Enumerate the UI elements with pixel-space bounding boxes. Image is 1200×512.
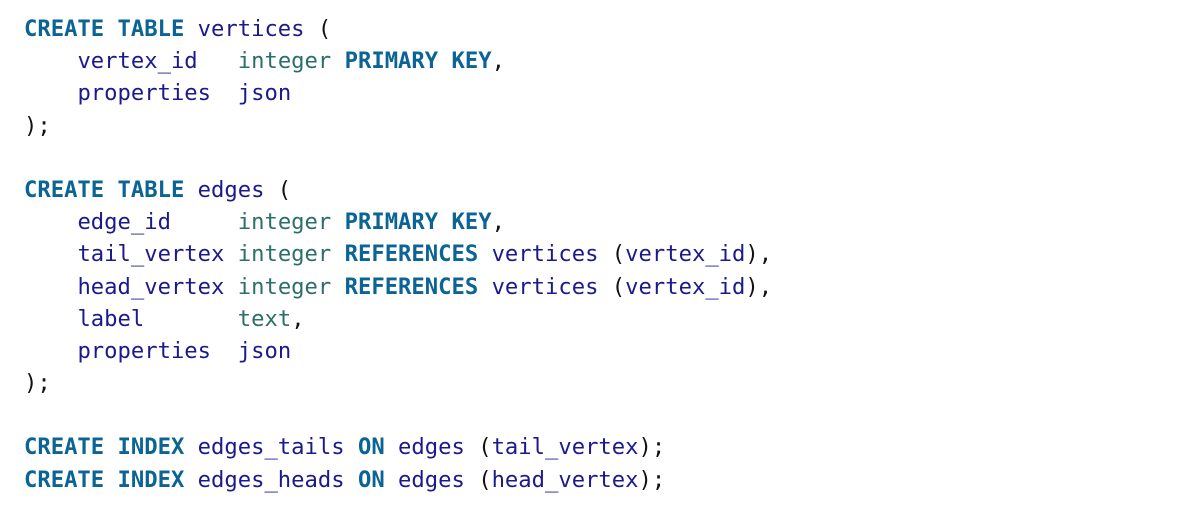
sql-identifier: head_vertex: [491, 466, 639, 493]
sql-identifier: edges: [398, 434, 465, 461]
sql-punctuation: [211, 338, 238, 364]
code-line: edge_id integer PRIMARY KEY,: [24, 206, 772, 238]
sql-punctuation: ),: [745, 241, 773, 268]
sql-punctuation: [331, 209, 344, 235]
sql-punctuation: [24, 241, 77, 267]
sql-punctuation: [24, 209, 77, 235]
code-line: tail_vertex integer REFERENCES vertices …: [24, 238, 772, 270]
sql-keyword: PRIMARY KEY: [344, 209, 492, 236]
sql-keyword: CREATE TABLE: [24, 176, 185, 203]
sql-code-block: CREATE TABLE vertices ( vertex_id intege…: [24, 13, 772, 496]
code-line: properties json: [24, 77, 772, 109]
sql-type: integer: [237, 241, 332, 268]
sql-identifier: vertex_id: [77, 48, 198, 75]
sql-punctuation: );: [638, 466, 666, 493]
sql-punctuation: (: [464, 466, 492, 493]
sql-punctuation: );: [24, 370, 51, 397]
sql-punctuation: ,: [491, 48, 505, 75]
sql-keyword: CREATE INDEX: [24, 434, 185, 461]
code-line: properties json: [24, 335, 772, 367]
sql-identifier: properties: [77, 337, 212, 364]
sql-punctuation: [184, 16, 197, 42]
sql-keyword: REFERENCES: [344, 241, 479, 268]
sql-identifier: json: [237, 80, 292, 107]
sql-identifier: edges: [197, 176, 265, 203]
sql-punctuation: );: [24, 112, 51, 139]
sql-keyword: ON: [357, 434, 385, 461]
code-line: label text,: [24, 303, 772, 335]
code-line: CREATE TABLE edges (: [24, 174, 772, 206]
sql-keyword: REFERENCES: [344, 273, 479, 300]
sql-identifier: label: [77, 305, 145, 332]
sql-identifier: json: [237, 337, 292, 364]
sql-keyword: CREATE TABLE: [24, 16, 185, 42]
sql-punctuation: [331, 241, 344, 267]
sql-punctuation: [224, 241, 237, 267]
sql-keyword: ON: [357, 466, 385, 493]
sql-identifier: edges: [398, 466, 465, 493]
code-line: head_vertex integer REFERENCES vertices …: [24, 271, 772, 303]
code-line: );: [24, 110, 772, 142]
sql-punctuation: [184, 434, 197, 460]
code-line: CREATE TABLE vertices (: [24, 13, 772, 45]
sql-identifier: tail_vertex: [491, 434, 639, 461]
code-line: CREATE INDEX edges_tails ON edges (tail_…: [24, 431, 772, 463]
sql-identifier: edges_heads: [197, 466, 345, 493]
sql-identifier: edge_id: [77, 209, 171, 236]
sql-punctuation: [385, 467, 398, 493]
sql-punctuation: [24, 80, 77, 106]
sql-identifier: head_vertex: [77, 273, 225, 300]
sql-identifier: vertex_id: [625, 273, 746, 300]
sql-punctuation: ),: [745, 273, 773, 300]
code-line: vertex_id integer PRIMARY KEY,: [24, 45, 772, 77]
sql-identifier: vertices: [491, 273, 599, 300]
sql-identifier: edges_tails: [197, 434, 345, 461]
sql-identifier: tail_vertex: [77, 241, 225, 268]
sql-type: integer: [237, 273, 332, 300]
sql-punctuation: [24, 48, 77, 74]
sql-punctuation: [198, 48, 238, 74]
blank-line: ​: [24, 142, 772, 174]
sql-punctuation: (: [304, 16, 332, 42]
sql-type: text: [237, 305, 292, 332]
sql-type: integer: [237, 48, 332, 75]
sql-punctuation: ,: [291, 305, 305, 332]
sql-punctuation: [331, 48, 344, 74]
sql-identifier: vertices: [491, 241, 599, 268]
sql-punctuation: (: [264, 176, 292, 203]
sql-punctuation: [211, 80, 238, 106]
sql-punctuation: );: [638, 434, 666, 461]
sql-identifier: vertex_id: [625, 241, 746, 268]
sql-keyword: CREATE INDEX: [24, 466, 185, 493]
blank-line: ​: [24, 399, 772, 431]
sql-punctuation: [478, 274, 491, 300]
sql-punctuation: [331, 274, 344, 300]
sql-type: integer: [237, 209, 332, 236]
sql-punctuation: [24, 338, 77, 364]
sql-punctuation: [184, 177, 197, 203]
sql-identifier: vertices: [197, 16, 305, 42]
sql-punctuation: (: [598, 273, 626, 300]
sql-identifier: properties: [77, 80, 212, 107]
sql-punctuation: [478, 241, 491, 267]
sql-punctuation: [184, 467, 197, 493]
sql-punctuation: [24, 274, 77, 300]
sql-punctuation: [345, 434, 358, 460]
sql-punctuation: [24, 306, 77, 332]
sql-punctuation: [345, 467, 358, 493]
sql-keyword: PRIMARY KEY: [344, 48, 492, 75]
code-line: );: [24, 367, 772, 399]
code-line: CREATE INDEX edges_heads ON edges (head_…: [24, 464, 772, 496]
sql-punctuation: ,: [491, 209, 505, 236]
sql-punctuation: [385, 434, 398, 460]
sql-punctuation: (: [598, 241, 626, 268]
sql-punctuation: [224, 274, 237, 300]
sql-punctuation: [171, 209, 238, 235]
sql-punctuation: [144, 306, 238, 332]
sql-punctuation: (: [464, 434, 492, 461]
